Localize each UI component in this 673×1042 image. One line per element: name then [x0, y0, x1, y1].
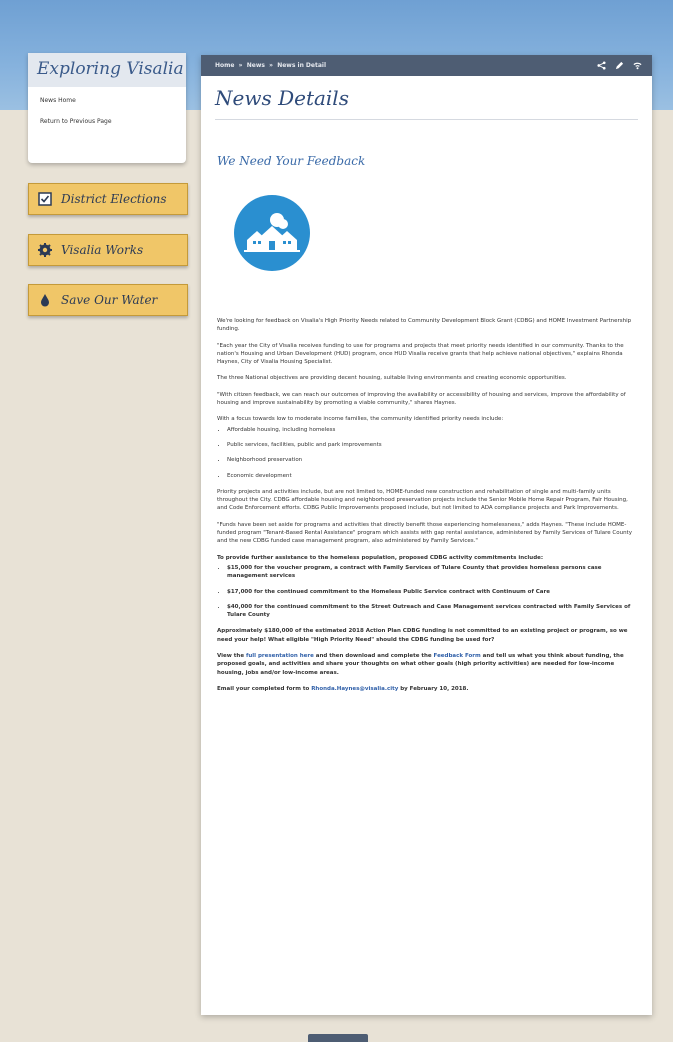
- water-drop-icon: [38, 293, 52, 307]
- email-link[interactable]: Rhonda.Haynes@visalia.city: [311, 686, 398, 692]
- article-title: We Need Your Feedback: [217, 154, 366, 168]
- article-body: We're looking for feedback on Visalia's …: [217, 317, 639, 701]
- commitments-list: $15,000 for the voucher program, a contr…: [217, 564, 639, 619]
- list-item: $15,000 for the voucher program, a contr…: [227, 564, 639, 581]
- save-our-water-label: Save Our Water: [61, 293, 158, 307]
- edit-icon[interactable]: [615, 61, 624, 70]
- list-item: $40,000 for the continued commitment to …: [227, 603, 639, 620]
- breadcrumb-news[interactable]: News: [247, 62, 265, 69]
- article-paragraph: The three National objectives are provid…: [217, 375, 567, 382]
- save-our-water-button[interactable]: Save Our Water: [28, 284, 188, 316]
- article-paragraph: Approximately $180,000 of the estimated …: [217, 628, 628, 643]
- visalia-works-button[interactable]: Visalia Works: [28, 234, 188, 266]
- breadcrumb-separator: »: [269, 62, 274, 69]
- breadcrumb-separator: »: [238, 62, 243, 69]
- list-item: Public services, facilities, public and …: [227, 441, 639, 449]
- housing-logo-icon: [234, 195, 310, 271]
- breadcrumb: Home » News » News in Detail: [215, 62, 326, 69]
- full-presentation-link[interactable]: full presentation here: [246, 653, 314, 659]
- rss-icon[interactable]: [633, 61, 642, 70]
- share-icon[interactable]: [597, 61, 606, 70]
- page-tools: [597, 61, 642, 70]
- checkbox-icon: [38, 192, 52, 206]
- breadcrumb-current: News in Detail: [277, 62, 327, 69]
- breadcrumb-home[interactable]: Home: [215, 62, 234, 69]
- sidebar-title: Exploring Visalia: [28, 53, 186, 87]
- list-item: Economic development: [227, 472, 639, 480]
- article-paragraph: "Each year the City of Visalia receives …: [217, 342, 624, 366]
- article-paragraph: To provide further assistance to the hom…: [217, 554, 544, 561]
- article-paragraph: We're looking for feedback on Visalia's …: [217, 318, 632, 333]
- list-item: $17,000 for the continued commitment to …: [227, 588, 639, 596]
- article-paragraph: Priority projects and activities include…: [217, 488, 628, 512]
- article-paragraph: "With citizen feedback, we can reach our…: [217, 391, 626, 407]
- article-paragraph: Email your completed form to Rhonda.Hayn…: [217, 685, 469, 692]
- visalia-works-label: Visalia Works: [61, 243, 144, 257]
- footer-tab[interactable]: [308, 1034, 368, 1042]
- title-divider: [215, 119, 638, 120]
- article-paragraph: With a focus towards low to moderate inc…: [217, 416, 504, 423]
- priority-needs-list: Affordable housing, including homeless P…: [217, 426, 639, 480]
- feedback-form-link[interactable]: Feedback Form: [434, 653, 481, 659]
- district-elections-label: District Elections: [61, 192, 167, 206]
- article-paragraph: "Funds have been set aside for programs …: [217, 521, 632, 545]
- article-paragraph: View the full presentation here and then…: [217, 653, 624, 676]
- main-content-panel: Home » News » News in Detail News Detail…: [201, 55, 652, 1015]
- sidebar-nav-card: Exploring Visalia News Home Return to Pr…: [28, 53, 186, 163]
- gear-icon: [38, 243, 52, 257]
- district-elections-button[interactable]: District Elections: [28, 183, 188, 215]
- list-item: Affordable housing, including homeless: [227, 426, 639, 434]
- news-home-link[interactable]: News Home: [28, 97, 186, 104]
- page-title: News Details: [215, 86, 349, 110]
- return-previous-link[interactable]: Return to Previous Page: [28, 118, 186, 125]
- list-item: Neighborhood preservation: [227, 456, 639, 464]
- breadcrumb-bar: Home » News » News in Detail: [201, 55, 652, 76]
